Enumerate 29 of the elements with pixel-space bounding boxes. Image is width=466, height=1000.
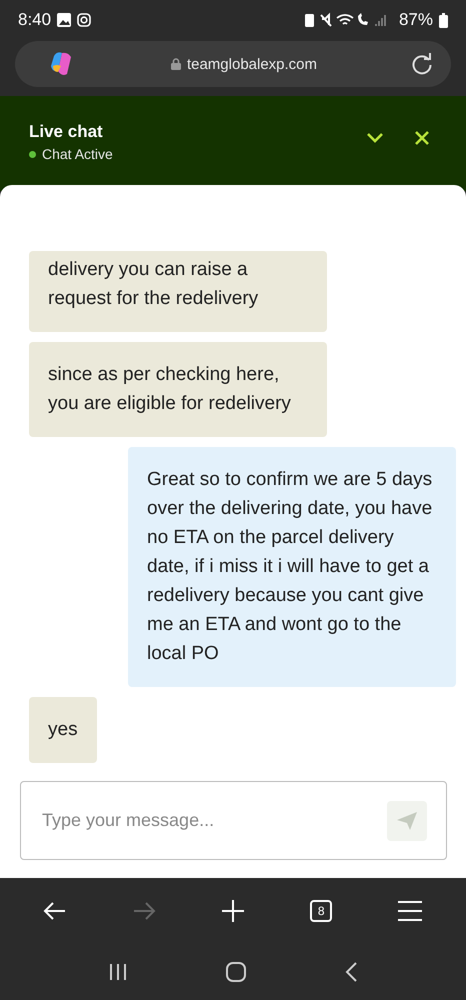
close-button[interactable] bbox=[414, 130, 430, 146]
paper-plane-icon bbox=[396, 810, 418, 830]
battery-percent: 87% bbox=[398, 10, 433, 30]
received-message: since as per checking here, you are eligible for redelivery bbox=[29, 342, 327, 437]
minimize-button[interactable] bbox=[366, 132, 384, 144]
new-tab-button[interactable] bbox=[220, 899, 245, 923]
received-message: yes bbox=[29, 697, 97, 763]
back-arrow-icon bbox=[42, 901, 67, 921]
recent-apps-icon[interactable] bbox=[109, 963, 128, 981]
plus-icon bbox=[220, 899, 245, 923]
reload-icon[interactable] bbox=[410, 53, 433, 75]
menu-icon bbox=[397, 900, 424, 922]
clock-time: 8:40 bbox=[18, 10, 52, 30]
battery-icon bbox=[439, 12, 448, 28]
camera-app-icon bbox=[77, 13, 92, 27]
lock-icon bbox=[170, 58, 181, 70]
url-text[interactable]: teamglobalexp.com bbox=[186, 56, 318, 72]
sent-message: Great so to confirm we are 5 days over the delivering date, you have no ETA on the parcel delivery date, if i miss it i will have to get a redelivery because you cant give me an ETA and wont go to the local PO bbox=[128, 447, 456, 687]
gallery-icon bbox=[57, 13, 72, 27]
address-bar[interactable]: teamglobalexp.com bbox=[15, 41, 451, 87]
tabs-button[interactable]: 8 bbox=[310, 900, 332, 922]
chat-status: Chat Active bbox=[42, 146, 113, 162]
received-message: delivery you can raise a request for the redelivery bbox=[29, 251, 327, 332]
back-icon[interactable] bbox=[344, 962, 357, 982]
chat-title: Live chat bbox=[29, 122, 104, 142]
back-button[interactable] bbox=[42, 901, 67, 921]
home-icon[interactable] bbox=[226, 962, 246, 982]
menu-button[interactable] bbox=[397, 900, 424, 922]
forward-arrow-icon bbox=[132, 901, 156, 921]
